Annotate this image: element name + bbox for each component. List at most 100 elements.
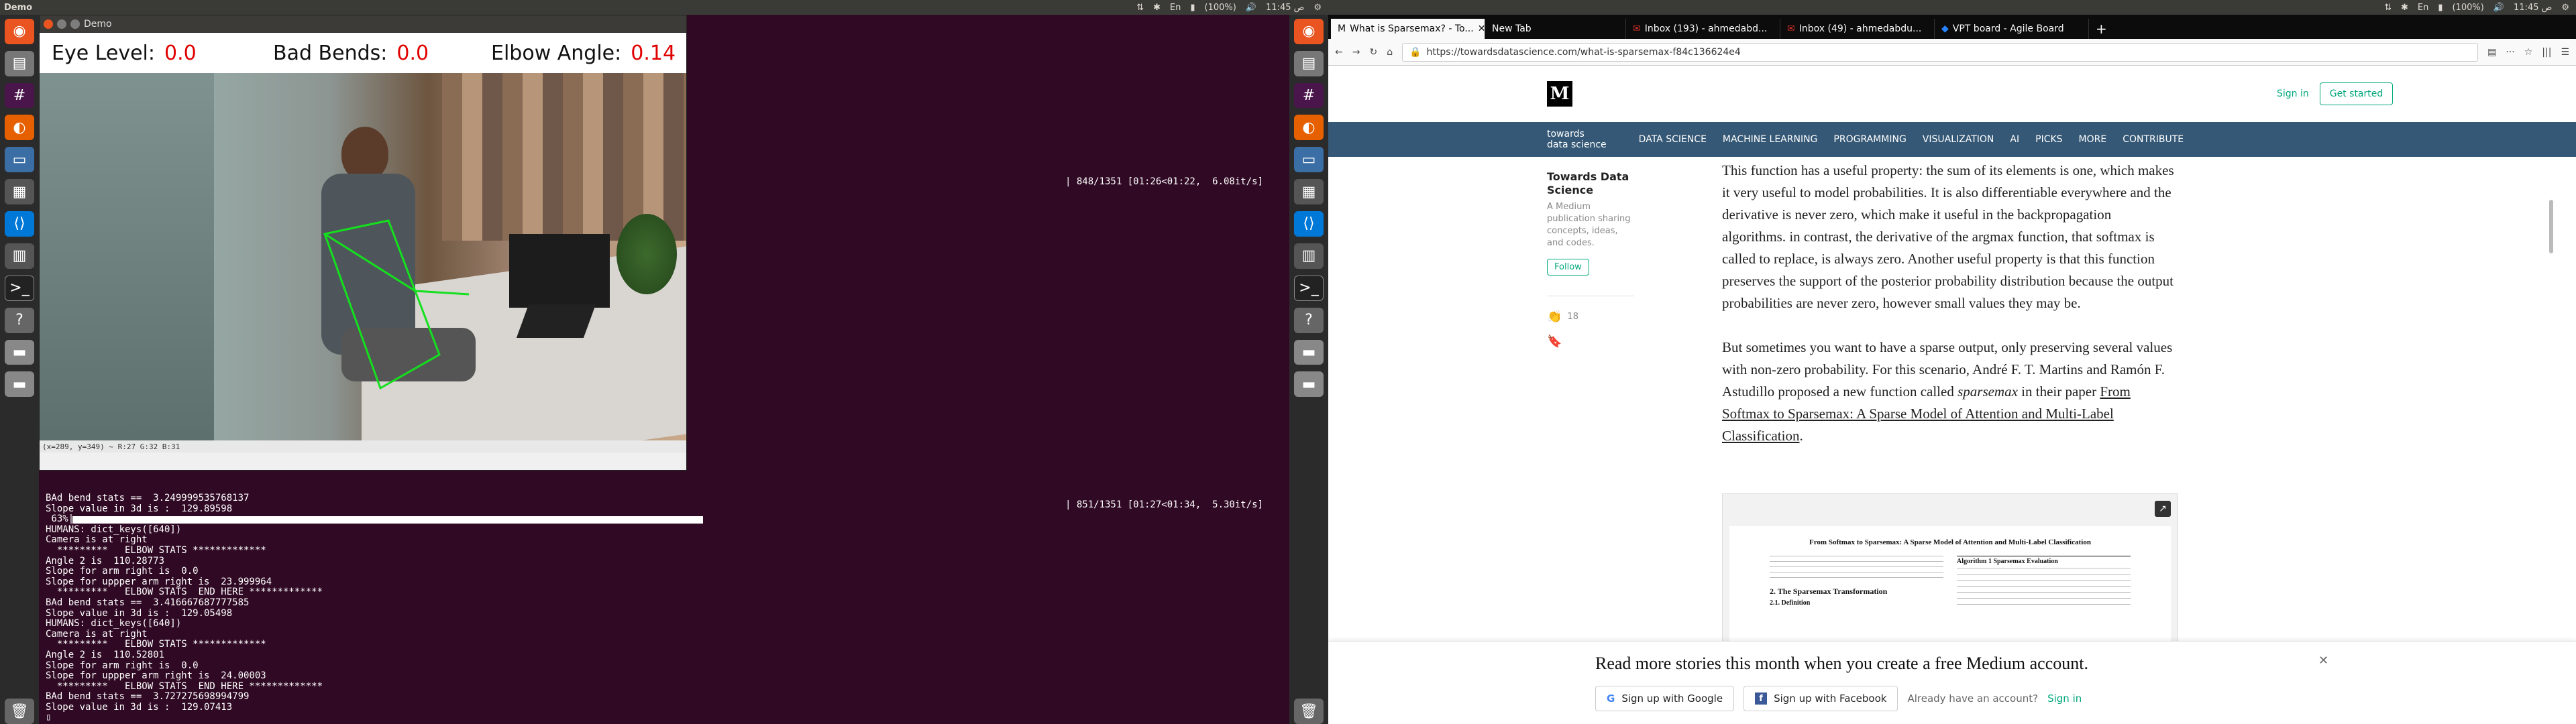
reader-view-icon[interactable]: ▤ [2487, 47, 2496, 58]
drive-icon[interactable]: ▬ [1294, 339, 1324, 365]
home-icon[interactable]: ⌂ [1387, 47, 1393, 58]
battery-icon[interactable]: ▮ [2438, 3, 2443, 13]
terminal-line: Slope for uppper arm right is 24.00003 [46, 670, 266, 682]
network-icon[interactable]: ⇅ [2384, 3, 2392, 13]
usb-drive-icon[interactable]: ▬ [1294, 371, 1324, 398]
dash-icon[interactable]: ◉ [5, 19, 34, 44]
tab-label: New Tab [1492, 23, 1532, 34]
maximize-icon[interactable] [70, 19, 80, 29]
nav-data-science[interactable]: DATA SCIENCE [1639, 134, 1707, 145]
terminal-line: Angle 2 is 110.52801 [46, 649, 165, 660]
slack-icon[interactable]: # [1294, 82, 1324, 109]
drive-icon[interactable]: ▬ [5, 339, 34, 365]
para2-text: in their paper [2017, 383, 2100, 400]
demo-window[interactable]: Demo Eye Level: 0.0 Bad Bends: 0.0 Elbow A… [39, 15, 687, 471]
clap-icon[interactable]: 👏 [1547, 310, 1562, 324]
forward-icon[interactable]: → [1352, 47, 1360, 58]
back-icon[interactable]: ← [1335, 47, 1343, 58]
dash-icon[interactable]: ◉ [1294, 19, 1324, 44]
files-icon[interactable]: ▤ [5, 50, 34, 76]
bookmark-icon[interactable]: 🔖 [1547, 335, 1634, 349]
bluetooth-icon[interactable]: ✱ [2401, 3, 2408, 13]
sidebar-icon[interactable]: ▥ [5, 243, 34, 269]
volume-icon[interactable]: 🔊 [1246, 3, 1256, 13]
terminal-icon[interactable]: >_ [1294, 275, 1324, 301]
nav-contribute[interactable]: CONTRIBUTE [2123, 134, 2184, 145]
nav-programming[interactable]: PROGRAMMING [1833, 134, 1906, 145]
tab-inbox-193[interactable]: ✉ Inbox (193) - ahmedabd... [1626, 19, 1780, 39]
help-icon[interactable]: ? [5, 307, 34, 333]
close-icon[interactable]: ✕ [2318, 654, 2328, 668]
clock[interactable]: 11:45 ص [2514, 3, 2552, 13]
trash-icon[interactable]: 🗑 [1294, 699, 1324, 724]
files-cabinet-icon[interactable]: ▦ [5, 179, 34, 204]
battery-icon[interactable]: ▮ [1190, 3, 1195, 13]
banner-sign-in-link[interactable]: Sign in [2047, 692, 2082, 705]
settings-icon[interactable]: ⚙ [1313, 3, 1322, 13]
page-actions-icon[interactable]: ··· [2506, 47, 2514, 58]
eye-level-stat: Eye Level: 0.0 [52, 42, 273, 65]
remote-desktop-icon[interactable]: ▭ [1294, 147, 1324, 173]
bad-bends-label: Bad Bends: [273, 41, 388, 65]
settings-icon[interactable]: ⚙ [2561, 3, 2569, 13]
help-icon[interactable]: ? [1294, 307, 1324, 333]
bluetooth-icon[interactable]: ✱ [1153, 3, 1161, 13]
nav-picks[interactable]: PICKS [2035, 134, 2062, 145]
get-started-button[interactable]: Get started [2319, 82, 2394, 105]
terminal-line: Slope value in 3d is : 129.89598 [46, 503, 233, 514]
gmail-icon: ✉ [1633, 23, 1641, 34]
menu-icon[interactable]: ☰ [2561, 47, 2569, 58]
tab-vpt-board[interactable]: ◆ VPT board - Agile Board [1935, 19, 2089, 39]
google-signup-button[interactable]: G Sign up with Google [1595, 686, 1735, 711]
trash-icon[interactable]: 🗑 [5, 699, 34, 724]
network-icon[interactable]: ⇅ [1136, 3, 1144, 13]
banner-heading: Read more stories this month when you cr… [1595, 654, 2088, 673]
demo-titlebar[interactable]: Demo [40, 15, 686, 33]
jira-icon: ◆ [1941, 23, 1949, 34]
tab-new[interactable]: New Tab [1485, 19, 1626, 39]
google-button-label: Sign up with Google [1621, 692, 1723, 705]
keyboard-icon[interactable]: En [2418, 3, 2428, 13]
follow-button[interactable]: Follow [1547, 259, 1589, 276]
vscode-icon[interactable]: ⟨⟩ [1294, 210, 1324, 237]
facebook-signup-button[interactable]: f Sign up with Facebook [1743, 686, 1898, 711]
sidebar-title[interactable]: Towards Data Science [1547, 170, 1634, 197]
medium-logo[interactable]: M [1547, 81, 1572, 107]
keyboard-icon[interactable]: En [1170, 3, 1181, 13]
slack-icon[interactable]: # [5, 82, 34, 109]
header-actions: Sign in Get started [2277, 82, 2394, 105]
tds-brand[interactable]: towards data science [1547, 129, 1607, 150]
clock[interactable]: 11:45 ص [1266, 3, 1304, 13]
close-icon[interactable]: ✕ [1478, 23, 1485, 34]
firefox-icon[interactable]: ◐ [5, 115, 34, 141]
terminal-icon[interactable]: >_ [5, 275, 34, 301]
terminal-line: ********* ELBOW STATS ************* [46, 639, 266, 650]
reload-icon[interactable]: ↻ [1369, 47, 1377, 58]
nav-ai[interactable]: AI [2010, 134, 2019, 145]
remote-desktop-icon[interactable]: ▭ [5, 147, 34, 173]
volume-icon[interactable]: 🔊 [2493, 3, 2504, 13]
usb-drive-icon[interactable]: ▬ [5, 371, 34, 398]
web-page[interactable]: M Sign in Get started towards data scienc… [1328, 66, 2576, 724]
bookmark-star-icon[interactable]: ☆ [2524, 47, 2533, 58]
elbow-angle-label: Elbow Angle: [491, 41, 622, 65]
close-icon[interactable] [44, 19, 53, 29]
library-icon[interactable]: ||| [2542, 47, 2551, 58]
terminal-line: Slope value in 3d is : 129.05498 [46, 607, 233, 619]
minimize-icon[interactable] [57, 19, 66, 29]
sidebar-icon[interactable]: ▥ [1294, 243, 1324, 269]
vscode-icon[interactable]: ⟨⟩ [5, 210, 34, 237]
nav-visualization[interactable]: VISUALIZATION [1923, 134, 1994, 145]
tab-sparsemax[interactable]: M What is Sparsemax? - To... ✕ [1331, 19, 1485, 39]
nav-more[interactable]: MORE [2079, 134, 2107, 145]
files-icon[interactable]: ▤ [1294, 50, 1324, 76]
firefox-icon[interactable]: ◐ [1294, 115, 1324, 141]
page-scrollbar[interactable] [2549, 200, 2553, 253]
tab-inbox-49[interactable]: ✉ Inbox (49) - ahmedabdu... [1780, 19, 1935, 39]
new-tab-button[interactable]: + [2089, 19, 2116, 39]
open-external-icon[interactable]: ↗ [2155, 501, 2171, 517]
url-bar[interactable]: 🔒 https://towardsdatascience.com/what-is-… [1402, 42, 2479, 62]
nav-machine-learning[interactable]: MACHINE LEARNING [1723, 134, 1817, 145]
files-cabinet-icon[interactable]: ▦ [1294, 179, 1324, 204]
sign-in-link[interactable]: Sign in [2277, 88, 2309, 99]
